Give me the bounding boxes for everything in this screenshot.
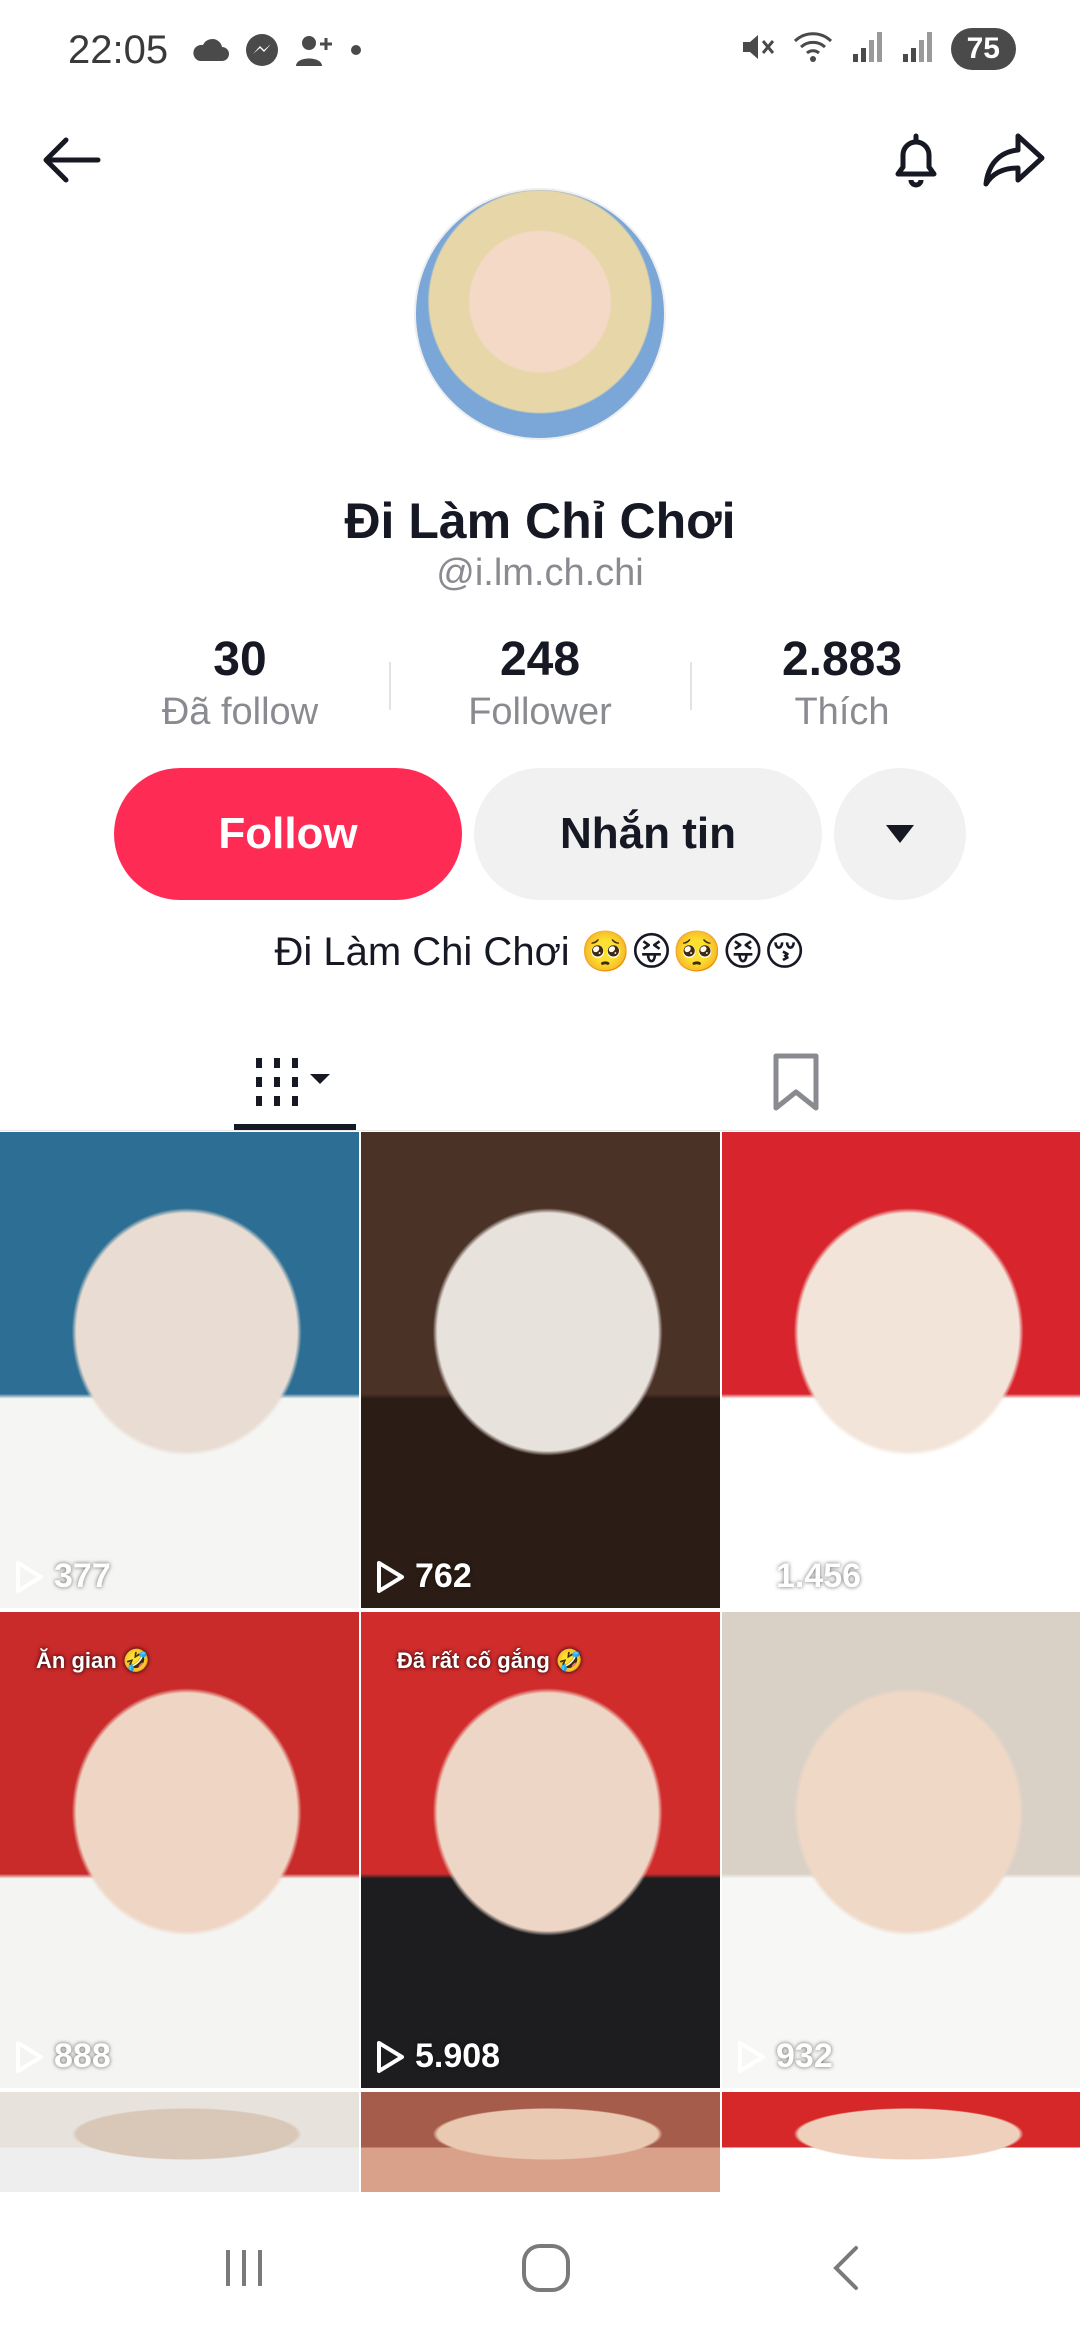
back-button[interactable] [36,124,108,196]
wifi-icon [791,29,835,70]
back-arrow-icon [43,137,101,183]
cloud-icon [190,35,230,70]
play-icon [16,2040,43,2073]
stat-followers[interactable]: 248 Follower [390,632,690,734]
view-count-value: 888 [54,2037,111,2075]
status-time: 22:05 [68,28,169,72]
add-person-icon [294,32,334,73]
share-button[interactable] [978,124,1050,196]
profile-stats: 30 Đã follow 248 Follower 2.883 Thích [0,632,1080,742]
system-nav-bar [0,2196,1080,2340]
system-back-button[interactable] [812,2232,884,2304]
message-button[interactable]: Nhắn tin [474,768,822,900]
stat-likes-value: 2.883 [781,633,903,686]
avatar[interactable] [414,188,666,440]
view-count-value: 5.908 [415,2037,501,2075]
stat-followers-label: Follower [468,691,612,733]
grid-icon [256,1058,330,1106]
video-caption: Ăn gian 🤣 [36,1648,151,1673]
video-tile[interactable] [722,2092,1080,2192]
video-tile[interactable]: 932 [722,1612,1080,2088]
video-tile[interactable]: 1.456 [722,1132,1080,1608]
stat-following-value: 30 [213,633,267,686]
tab-saved[interactable] [746,1030,846,1134]
video-tile[interactable]: Ăn gian 🤣 888 [0,1612,359,2088]
view-count: 1.456 [736,1557,861,1596]
display-name: Đi Làm Chỉ Chơi [344,493,736,549]
more-options-button[interactable] [834,768,966,900]
video-tile[interactable]: 377 [0,1132,359,1608]
caret-down-icon [886,825,914,843]
status-left-icons [190,32,364,73]
dot-icon [348,42,364,63]
view-count: 377 [14,1557,111,1596]
video-tile[interactable] [361,2092,720,2192]
play-icon [738,1560,765,1593]
stat-following[interactable]: 30 Đã follow [90,632,390,734]
battery-level: 75 [950,28,1016,70]
video-tile[interactable]: Đã rất cố gắng 🤣 5.908 [361,1612,720,2088]
notification-button[interactable] [880,124,952,196]
stat-following-label: Đã follow [161,691,319,733]
signal-icon [901,30,935,69]
recent-apps-button[interactable] [208,2232,280,2304]
view-count-value: 1.456 [776,1557,862,1595]
home-icon [522,2244,570,2292]
view-count: 888 [14,2037,111,2076]
caret-down-icon [310,1074,330,1084]
view-count-value: 762 [415,1557,472,1595]
bookmark-icon [773,1053,819,1111]
video-tile[interactable]: 762 [361,1132,720,1608]
bio: Đi Làm Chi Chơi 🥺😝🥺😝😚 [274,930,806,974]
play-icon [16,1560,43,1593]
share-icon [983,133,1045,187]
recent-apps-icon [226,2250,262,2286]
follow-button[interactable]: Follow [114,768,462,900]
video-tile[interactable] [0,2092,359,2192]
signal-icon [851,30,885,69]
view-count: 762 [375,1557,472,1596]
home-button[interactable] [510,2232,582,2304]
play-icon [377,1560,404,1593]
video-grid: 377 762 1.456 Ăn gian 🤣 888 Đã rất cố gắ… [0,1132,1080,2192]
stat-likes[interactable]: 2.883 Thích [692,632,992,734]
play-icon [738,2040,765,2073]
video-caption: Đã rất cố gắng 🤣 [397,1648,584,1673]
view-count-value: 377 [54,1557,111,1595]
username: @i.lm.ch.chi [436,552,644,594]
view-count-value: 932 [776,2037,833,2075]
stat-followers-value: 248 [499,633,581,686]
back-icon [833,2246,858,2290]
view-count: 5.908 [375,2037,500,2076]
messenger-icon [244,32,280,73]
status-bar: 22:05 75 [0,0,1080,104]
view-count: 932 [736,2037,833,2076]
tab-videos[interactable] [234,1030,356,1134]
mute-icon [739,29,775,70]
stat-likes-label: Thích [794,691,890,733]
play-icon [377,2040,404,2073]
tabs-divider [0,1130,1080,1131]
bell-icon [895,133,937,188]
status-right-icons: 75 [739,28,1016,70]
